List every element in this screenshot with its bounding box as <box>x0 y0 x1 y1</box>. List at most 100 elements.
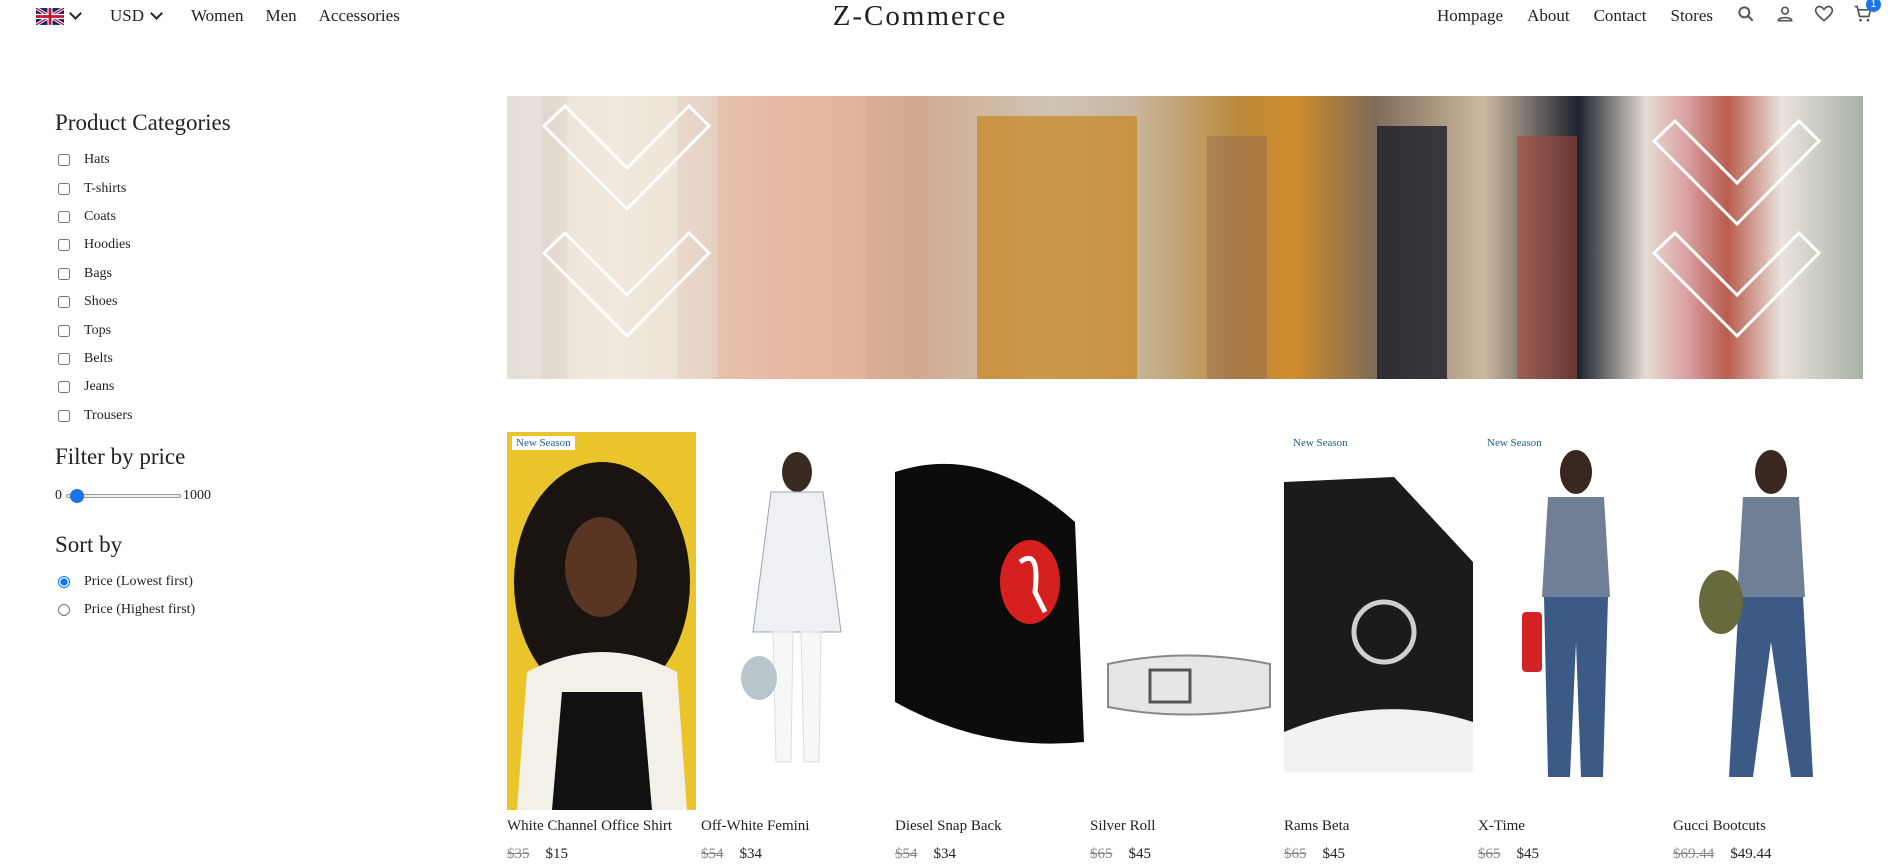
main-nav: Hompage About Contact Stores <box>1437 6 1713 26</box>
sale-price: $34 <box>739 846 763 862</box>
product-name[interactable]: Diesel Snap Back <box>895 818 1002 835</box>
product-card[interactable]: New Season Rams Beta $65 $45 <box>1284 432 1473 866</box>
product-card[interactable]: New Season X-Time $65 $45 <box>1478 432 1667 866</box>
category-checkbox[interactable] <box>58 409 70 422</box>
cart-count-badge: 1 <box>1866 0 1881 12</box>
sale-price: $45 <box>1322 846 1346 862</box>
heart-icon[interactable] <box>1814 4 1834 24</box>
category-checkbox[interactable] <box>58 182 70 195</box>
product-prices: $65 $45 <box>1090 846 1151 863</box>
category-checkbox[interactable] <box>58 267 70 280</box>
sort-option-lowest[interactable]: Price (Lowest first) <box>55 568 385 596</box>
category-label: Belts <box>84 350 113 366</box>
sale-price: $34 <box>933 846 957 862</box>
category-item[interactable]: Bags <box>55 260 385 288</box>
category-checkbox[interactable] <box>58 352 70 365</box>
categories-heading: Product Categories <box>55 110 231 135</box>
category-label: Hoodies <box>84 237 131 253</box>
category-label: Hats <box>84 152 110 168</box>
category-item[interactable]: Jeans <box>55 373 385 401</box>
category-checkbox[interactable] <box>58 210 70 223</box>
sort-option-highest[interactable]: Price (Highest first) <box>55 596 385 624</box>
product-prices: $54 $34 <box>701 846 762 863</box>
product-image[interactable] <box>1090 432 1279 810</box>
category-label: Bags <box>84 265 112 281</box>
category-item[interactable]: Coats <box>55 203 385 231</box>
price-min-label: 0 <box>55 487 62 503</box>
sale-price: $45 <box>1128 846 1152 862</box>
sort-radio[interactable] <box>58 576 70 589</box>
product-image[interactable] <box>895 432 1084 810</box>
product-card[interactable]: Diesel Snap Back $54 $34 <box>895 432 1084 866</box>
hero-banner <box>507 96 1863 379</box>
product-image[interactable] <box>701 432 890 810</box>
category-item[interactable]: Tops <box>55 316 385 344</box>
user-icon[interactable] <box>1775 4 1795 24</box>
product-prices: $35 $15 <box>507 846 568 863</box>
price-range: 0 1000 <box>55 486 385 506</box>
new-season-badge: New Season <box>1289 436 1352 450</box>
product-card[interactable]: Off-White Femini $54 $34 <box>701 432 890 866</box>
category-list: Hats T-shirts Coats Hoodies Bags Shoes T… <box>55 146 385 430</box>
old-price: $54 <box>701 846 724 862</box>
chevron-decoration-left <box>541 103 712 339</box>
product-image[interactable]: New Season <box>1478 432 1667 810</box>
old-price: $35 <box>507 846 530 862</box>
sort-heading: Sort by <box>55 531 123 557</box>
old-price: $65 <box>1478 846 1501 862</box>
nav-contact[interactable]: Contact <box>1594 6 1647 26</box>
product-prices: $54 $34 <box>895 846 956 863</box>
product-image[interactable] <box>1673 432 1862 810</box>
nav-about[interactable]: About <box>1527 6 1570 26</box>
price-slider[interactable] <box>66 488 181 503</box>
category-item[interactable]: Belts <box>55 345 385 373</box>
search-icon[interactable] <box>1736 4 1756 24</box>
category-label: Shoes <box>84 294 118 310</box>
category-label: Tops <box>84 322 112 338</box>
price-filter-heading: Filter by price <box>55 443 186 469</box>
nav-stores[interactable]: Stores <box>1670 6 1713 26</box>
category-label: T-shirts <box>84 180 127 196</box>
category-checkbox[interactable] <box>58 324 70 337</box>
category-checkbox[interactable] <box>58 239 70 252</box>
slider-thumb[interactable] <box>69 488 84 503</box>
category-checkbox[interactable] <box>58 154 70 167</box>
product-name[interactable]: White Channel Office Shirt <box>507 818 672 835</box>
filter-sidebar: Product Categories Hats T-shirts Coats H… <box>55 110 385 625</box>
old-price: $65 <box>1090 846 1113 862</box>
product-name[interactable]: Gucci Bootcuts <box>1673 818 1766 835</box>
product-card[interactable]: Silver Roll $65 $45 <box>1090 432 1279 866</box>
product-image[interactable]: New Season <box>507 432 696 810</box>
category-checkbox[interactable] <box>58 381 70 394</box>
top-header: USD Women Men Accessories Z-Commerce Hom… <box>0 0 1897 36</box>
old-price: $65 <box>1284 846 1307 862</box>
product-name[interactable]: Silver Roll <box>1090 818 1155 835</box>
sort-option-label: Price (Highest first) <box>84 602 196 618</box>
cart-icon[interactable]: 1 <box>1853 0 1881 24</box>
category-item[interactable]: Shoes <box>55 288 385 316</box>
chevron-decoration-right <box>1651 118 1822 339</box>
sort-radio[interactable] <box>58 604 70 617</box>
product-prices: $69.44 $49.44 <box>1673 846 1772 863</box>
category-item[interactable]: Trousers <box>55 402 385 430</box>
product-card[interactable]: Gucci Bootcuts $69.44 $49.44 <box>1673 432 1862 866</box>
sale-price: $15 <box>545 846 569 862</box>
product-image[interactable]: New Season <box>1284 432 1473 810</box>
header-icons: 1 <box>1736 0 1881 24</box>
product-name[interactable]: X-Time <box>1478 818 1525 835</box>
category-label: Coats <box>84 208 116 224</box>
new-season-badge: New Season <box>512 436 575 450</box>
product-grid: New Season White Channel Office Shirt $3… <box>507 432 1863 866</box>
product-card[interactable]: New Season White Channel Office Shirt $3… <box>507 432 696 866</box>
old-price: $69.44 <box>1673 846 1715 862</box>
product-name[interactable]: Rams Beta <box>1284 818 1349 835</box>
product-name[interactable]: Off-White Femini <box>701 818 809 835</box>
category-item[interactable]: T-shirts <box>55 174 385 202</box>
price-max-label: 1000 <box>183 487 211 503</box>
category-label: Trousers <box>84 407 133 423</box>
sort-option-label: Price (Lowest first) <box>84 574 193 590</box>
category-item[interactable]: Hoodies <box>55 231 385 259</box>
nav-homepage[interactable]: Hompage <box>1437 6 1503 26</box>
category-item[interactable]: Hats <box>55 146 385 174</box>
category-checkbox[interactable] <box>58 296 70 309</box>
